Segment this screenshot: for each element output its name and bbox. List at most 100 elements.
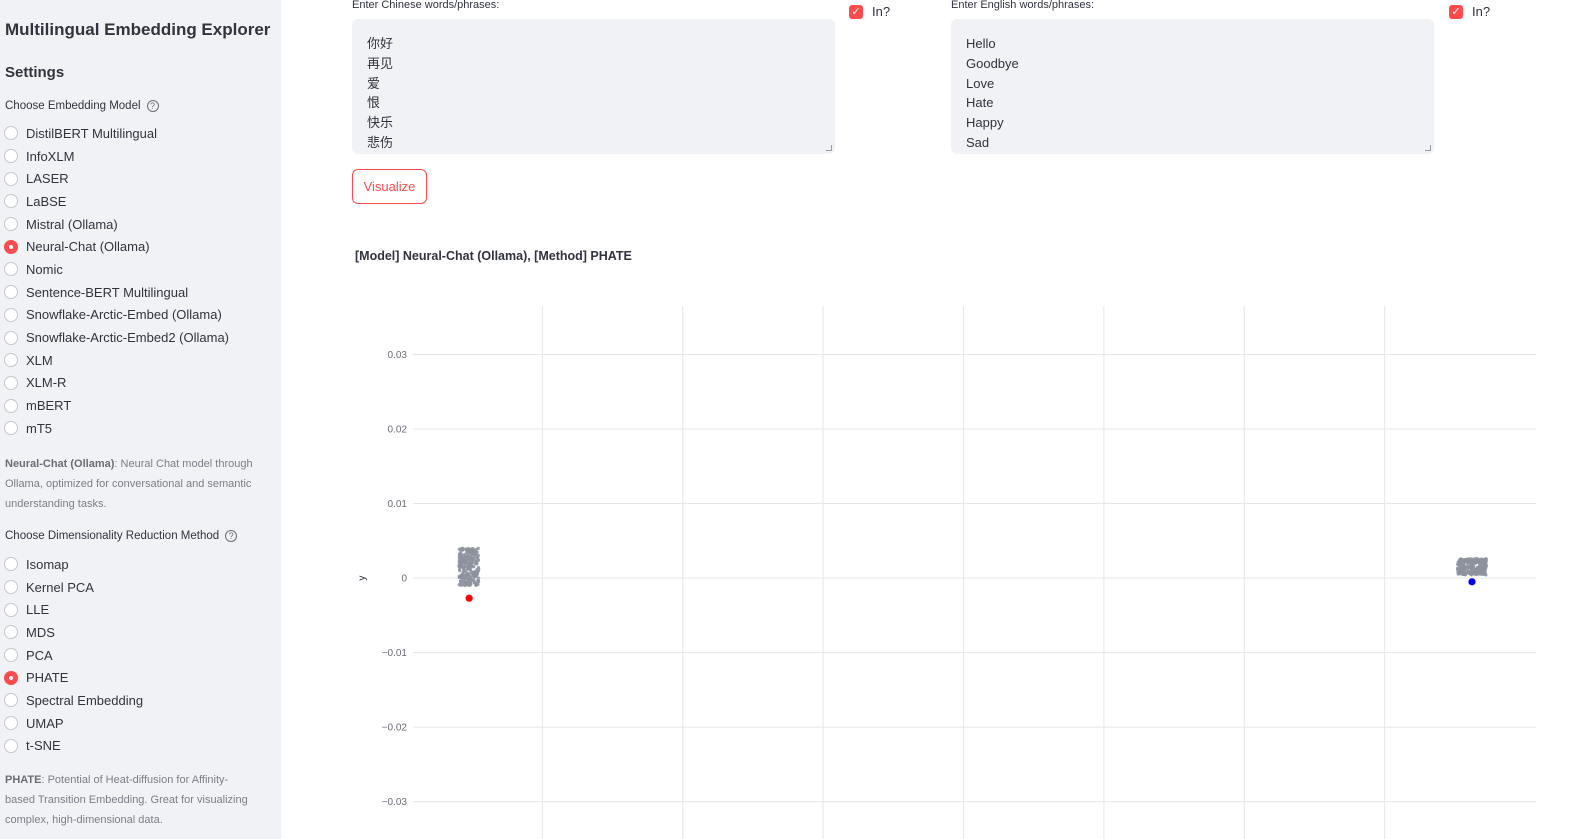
y-tick-label: −0.02 (382, 723, 408, 734)
chinese-include-label: In? (872, 4, 891, 19)
english-textarea[interactable]: Hello Goodbye Love Hate Happy Sad (951, 19, 1434, 154)
cloud-point (464, 572, 468, 577)
cloud-point (457, 553, 462, 557)
radio-unselected-icon[interactable] (4, 171, 18, 186)
method-option-label: Spectral Embedding (26, 692, 144, 708)
method-group-label-text: Choose Dimensionality Reduction Method (5, 530, 220, 542)
radio-selected-icon[interactable] (4, 239, 18, 254)
data-point (465, 594, 473, 602)
method-option[interactable]: UMAP (4, 712, 143, 735)
visualize-button[interactable]: Visualize (352, 169, 427, 204)
radio-selected-icon[interactable] (4, 670, 18, 685)
cloud-point (464, 570, 468, 574)
model-radio-group: DistilBERT Multilingual InfoXLM LASER LaBSE… (4, 122, 229, 440)
cloud-point (1469, 563, 1473, 567)
method-option[interactable]: t-SNE (4, 735, 143, 758)
checkbox-checked-icon[interactable]: ✓ (1449, 4, 1463, 19)
cloud-point (468, 581, 472, 586)
method-option-label: LLE (26, 602, 50, 618)
cloud-point (474, 550, 478, 554)
radio-unselected-icon[interactable] (4, 217, 18, 232)
english-input-label: Enter English words/phrases: (951, 0, 1095, 11)
radio-unselected-icon[interactable] (4, 330, 18, 345)
model-option[interactable]: XLM-R (4, 372, 229, 395)
y-axis-label: y (357, 576, 368, 581)
cloud-point (476, 546, 480, 550)
cloud-point (1475, 557, 1479, 561)
radio-unselected-icon[interactable] (4, 353, 18, 368)
method-option[interactable]: Kernel PCA (4, 576, 143, 599)
radio-unselected-icon[interactable] (4, 262, 18, 277)
cloud-point (1456, 571, 1460, 575)
method-option[interactable]: Spectral Embedding (4, 689, 143, 712)
model-option[interactable]: Snowflake-Arctic-Embed2 (Ollama) (4, 326, 229, 349)
radio-unselected-icon[interactable] (4, 693, 18, 708)
radio-unselected-icon[interactable] (4, 307, 18, 322)
method-radio-group: Isomap Kernel PCA LLE MDS PCA PHATE Spectral E… (4, 553, 143, 757)
radio-unselected-icon[interactable] (4, 557, 18, 572)
model-option-label: InfoXLM (26, 148, 75, 164)
chinese-include-checkbox[interactable]: ✓ In? (849, 4, 890, 19)
method-option[interactable]: Isomap (4, 553, 143, 576)
model-option[interactable]: XLM (4, 349, 229, 372)
app-title: Multilingual Embedding Explorer (5, 20, 271, 39)
cloud-point (1484, 567, 1488, 571)
radio-unselected-icon[interactable] (4, 375, 18, 390)
method-option[interactable]: PHATE (4, 666, 143, 689)
model-option-label: Sentence-BERT Multilingual (26, 284, 189, 300)
model-option[interactable]: Sentence-BERT Multilingual (4, 281, 229, 304)
radio-unselected-icon[interactable] (4, 648, 18, 663)
radio-unselected-icon[interactable] (4, 716, 18, 731)
model-option[interactable]: LASER (4, 167, 229, 190)
method-option[interactable]: LLE (4, 598, 143, 621)
checkbox-checked-icon[interactable]: ✓ (849, 4, 863, 19)
cloud-point (1469, 568, 1474, 573)
method-option-label: MDS (26, 624, 55, 640)
cloud-point (471, 547, 475, 551)
cloud-point (1466, 570, 1470, 574)
model-option[interactable]: mT5 (4, 417, 229, 440)
model-option[interactable]: mBERT (4, 394, 229, 417)
model-option[interactable]: Nomic (4, 258, 229, 281)
resize-handle-icon[interactable] (1425, 145, 1431, 151)
radio-unselected-icon[interactable] (4, 126, 18, 141)
model-option[interactable]: DistilBERT Multilingual (4, 122, 229, 145)
cloud-point (472, 565, 476, 569)
model-option-label: Mistral (Ollama) (26, 216, 118, 232)
radio-unselected-icon[interactable] (4, 602, 18, 617)
radio-unselected-icon[interactable] (4, 285, 18, 300)
cloud-point (472, 554, 477, 558)
model-option[interactable]: InfoXLM (4, 145, 229, 168)
radio-unselected-icon[interactable] (4, 149, 18, 164)
radio-unselected-icon[interactable] (4, 194, 18, 209)
english-include-label: In? (1472, 4, 1491, 19)
model-option[interactable]: LaBSE (4, 190, 229, 213)
y-tick-label: 0.01 (388, 499, 408, 510)
y-tick-label: −0.01 (382, 648, 408, 659)
model-option[interactable]: Snowflake-Arctic-Embed (Ollama) (4, 304, 229, 327)
cloud-point (463, 558, 468, 562)
sidebar: Multilingual Embedding Explorer Settings… (0, 0, 281, 839)
cloud-point (457, 547, 461, 551)
radio-unselected-icon[interactable] (4, 421, 18, 436)
english-include-checkbox[interactable]: ✓ In? (1449, 4, 1490, 19)
radio-unselected-icon[interactable] (4, 738, 18, 753)
method-option[interactable]: PCA (4, 644, 143, 667)
cloud-point (460, 558, 464, 563)
cloud-point (470, 561, 474, 565)
cloud-point (1455, 568, 1460, 572)
model-option[interactable]: Mistral (Ollama) (4, 213, 229, 236)
model-option[interactable]: Neural-Chat (Ollama) (4, 235, 229, 258)
radio-unselected-icon[interactable] (4, 625, 18, 640)
radio-unselected-icon[interactable] (4, 580, 18, 595)
chinese-textarea[interactable]: 你好 再见 爱 恨 快乐 悲伤 (352, 19, 835, 154)
model-group-label: Choose Embedding Model ? (5, 100, 159, 112)
scatter-chart[interactable]: 0.03 0.02 0.01 0 −0.01 −0.02 −0.03 y (340, 290, 1540, 839)
help-icon[interactable]: ? (146, 100, 159, 112)
model-description: Neural-Chat (Ollama): Neural Chat model … (5, 454, 255, 514)
resize-handle-icon[interactable] (826, 145, 832, 151)
method-option[interactable]: MDS (4, 621, 143, 644)
method-option-label: PCA (26, 647, 53, 663)
radio-unselected-icon[interactable] (4, 398, 18, 413)
help-icon[interactable]: ? (225, 530, 238, 542)
